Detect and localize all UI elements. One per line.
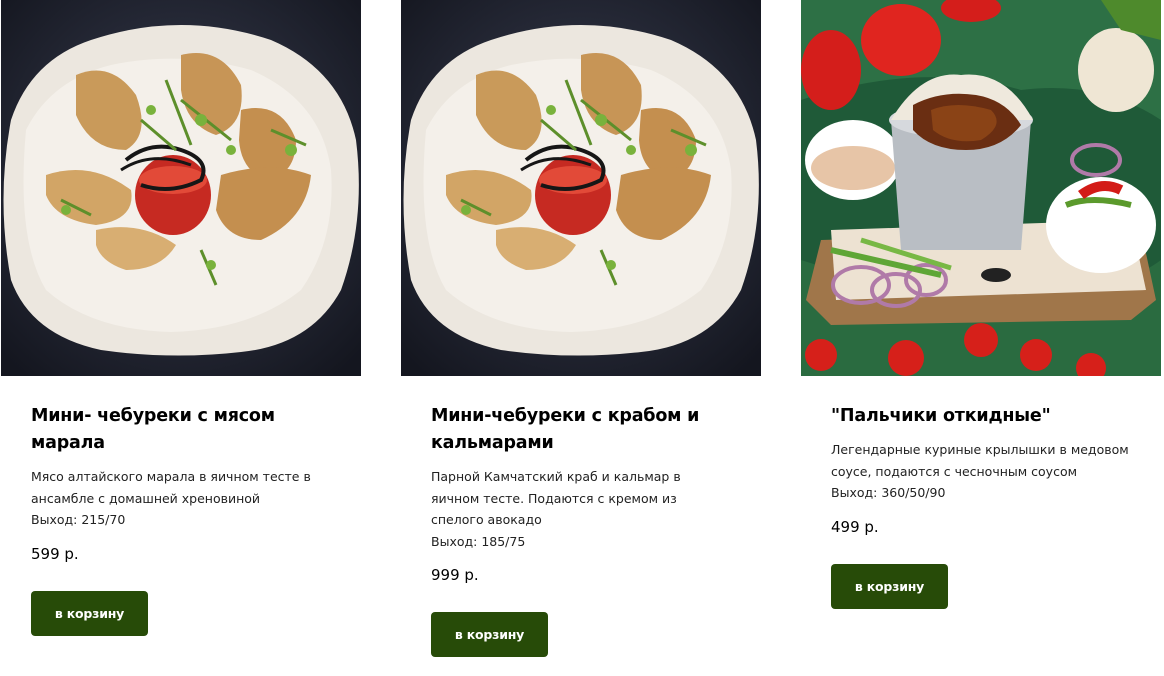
product-price: 999 р.	[431, 566, 479, 584]
product-info: Мини- чебуреки с мясом марала Мясо алтай…	[1, 403, 361, 636]
add-to-cart-button[interactable]: в корзину	[431, 612, 548, 657]
product-weight: Выход: 215/70	[31, 512, 126, 527]
product-description: Парной Камчатский краб и кальмар в яично…	[431, 469, 681, 527]
product-description: Мясо алтайского марала в яичном тесте в …	[31, 469, 311, 506]
add-to-cart-button[interactable]: в корзину	[831, 563, 948, 609]
cheburek-platter-image	[1, 0, 361, 376]
product-price: 499 р.	[831, 517, 879, 536]
chicken-wings-bucket-image	[801, 0, 1161, 376]
product-title[interactable]: Мини- чебуреки с мясом марала	[31, 403, 331, 457]
product-weight: Выход: 360/50/90	[831, 485, 946, 500]
product-info: Мини-чебуреки с крабом и кальмарами Парн…	[401, 403, 761, 657]
product-description: Легендарные куриные крылышки в медовом с…	[831, 442, 1129, 479]
product-photo[interactable]	[801, 0, 1161, 376]
product-title[interactable]: "Пальчики откидные"	[831, 403, 1131, 430]
add-to-cart-button[interactable]: в корзину	[31, 590, 148, 636]
product-info: "Пальчики откидные" Легендарные куриные …	[801, 403, 1161, 609]
product-price: 599 р.	[31, 544, 79, 563]
product-card: Мини- чебуреки с мясом марала Мясо алтай…	[1, 0, 361, 636]
cheburek-platter-image	[401, 0, 761, 376]
product-card: "Пальчики откидные" Легендарные куриные …	[801, 0, 1161, 609]
product-grid: Мини- чебуреки с мясом марала Мясо алтай…	[0, 0, 1164, 676]
product-card: Мини-чебуреки с крабом и кальмарами Парн…	[401, 0, 761, 657]
product-title[interactable]: Мини-чебуреки с крабом и кальмарами	[431, 403, 731, 457]
product-weight: Выход: 185/75	[431, 533, 526, 549]
product-photo[interactable]	[1, 0, 361, 376]
product-photo[interactable]	[401, 0, 761, 376]
